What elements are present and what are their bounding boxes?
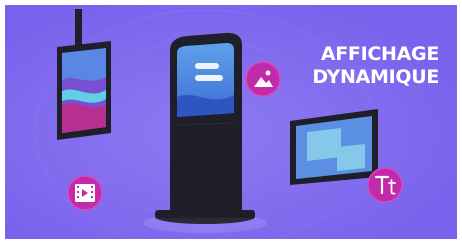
wall-screen xyxy=(290,109,378,185)
headline-line-1: AFFICHAGE xyxy=(320,43,439,65)
headline: AFFICHAGE DYNAMIQUE xyxy=(312,43,439,89)
ceiling-pole xyxy=(75,9,82,49)
video-film-icon xyxy=(67,175,103,211)
illustration xyxy=(5,5,457,239)
image-icon xyxy=(245,61,281,97)
illustration-frame: AFFICHAGE DYNAMIQUE xyxy=(5,5,457,239)
hanging-screen xyxy=(57,41,111,140)
headline-line-2: DYNAMIQUE xyxy=(312,66,439,88)
text-type-icon xyxy=(367,167,403,203)
